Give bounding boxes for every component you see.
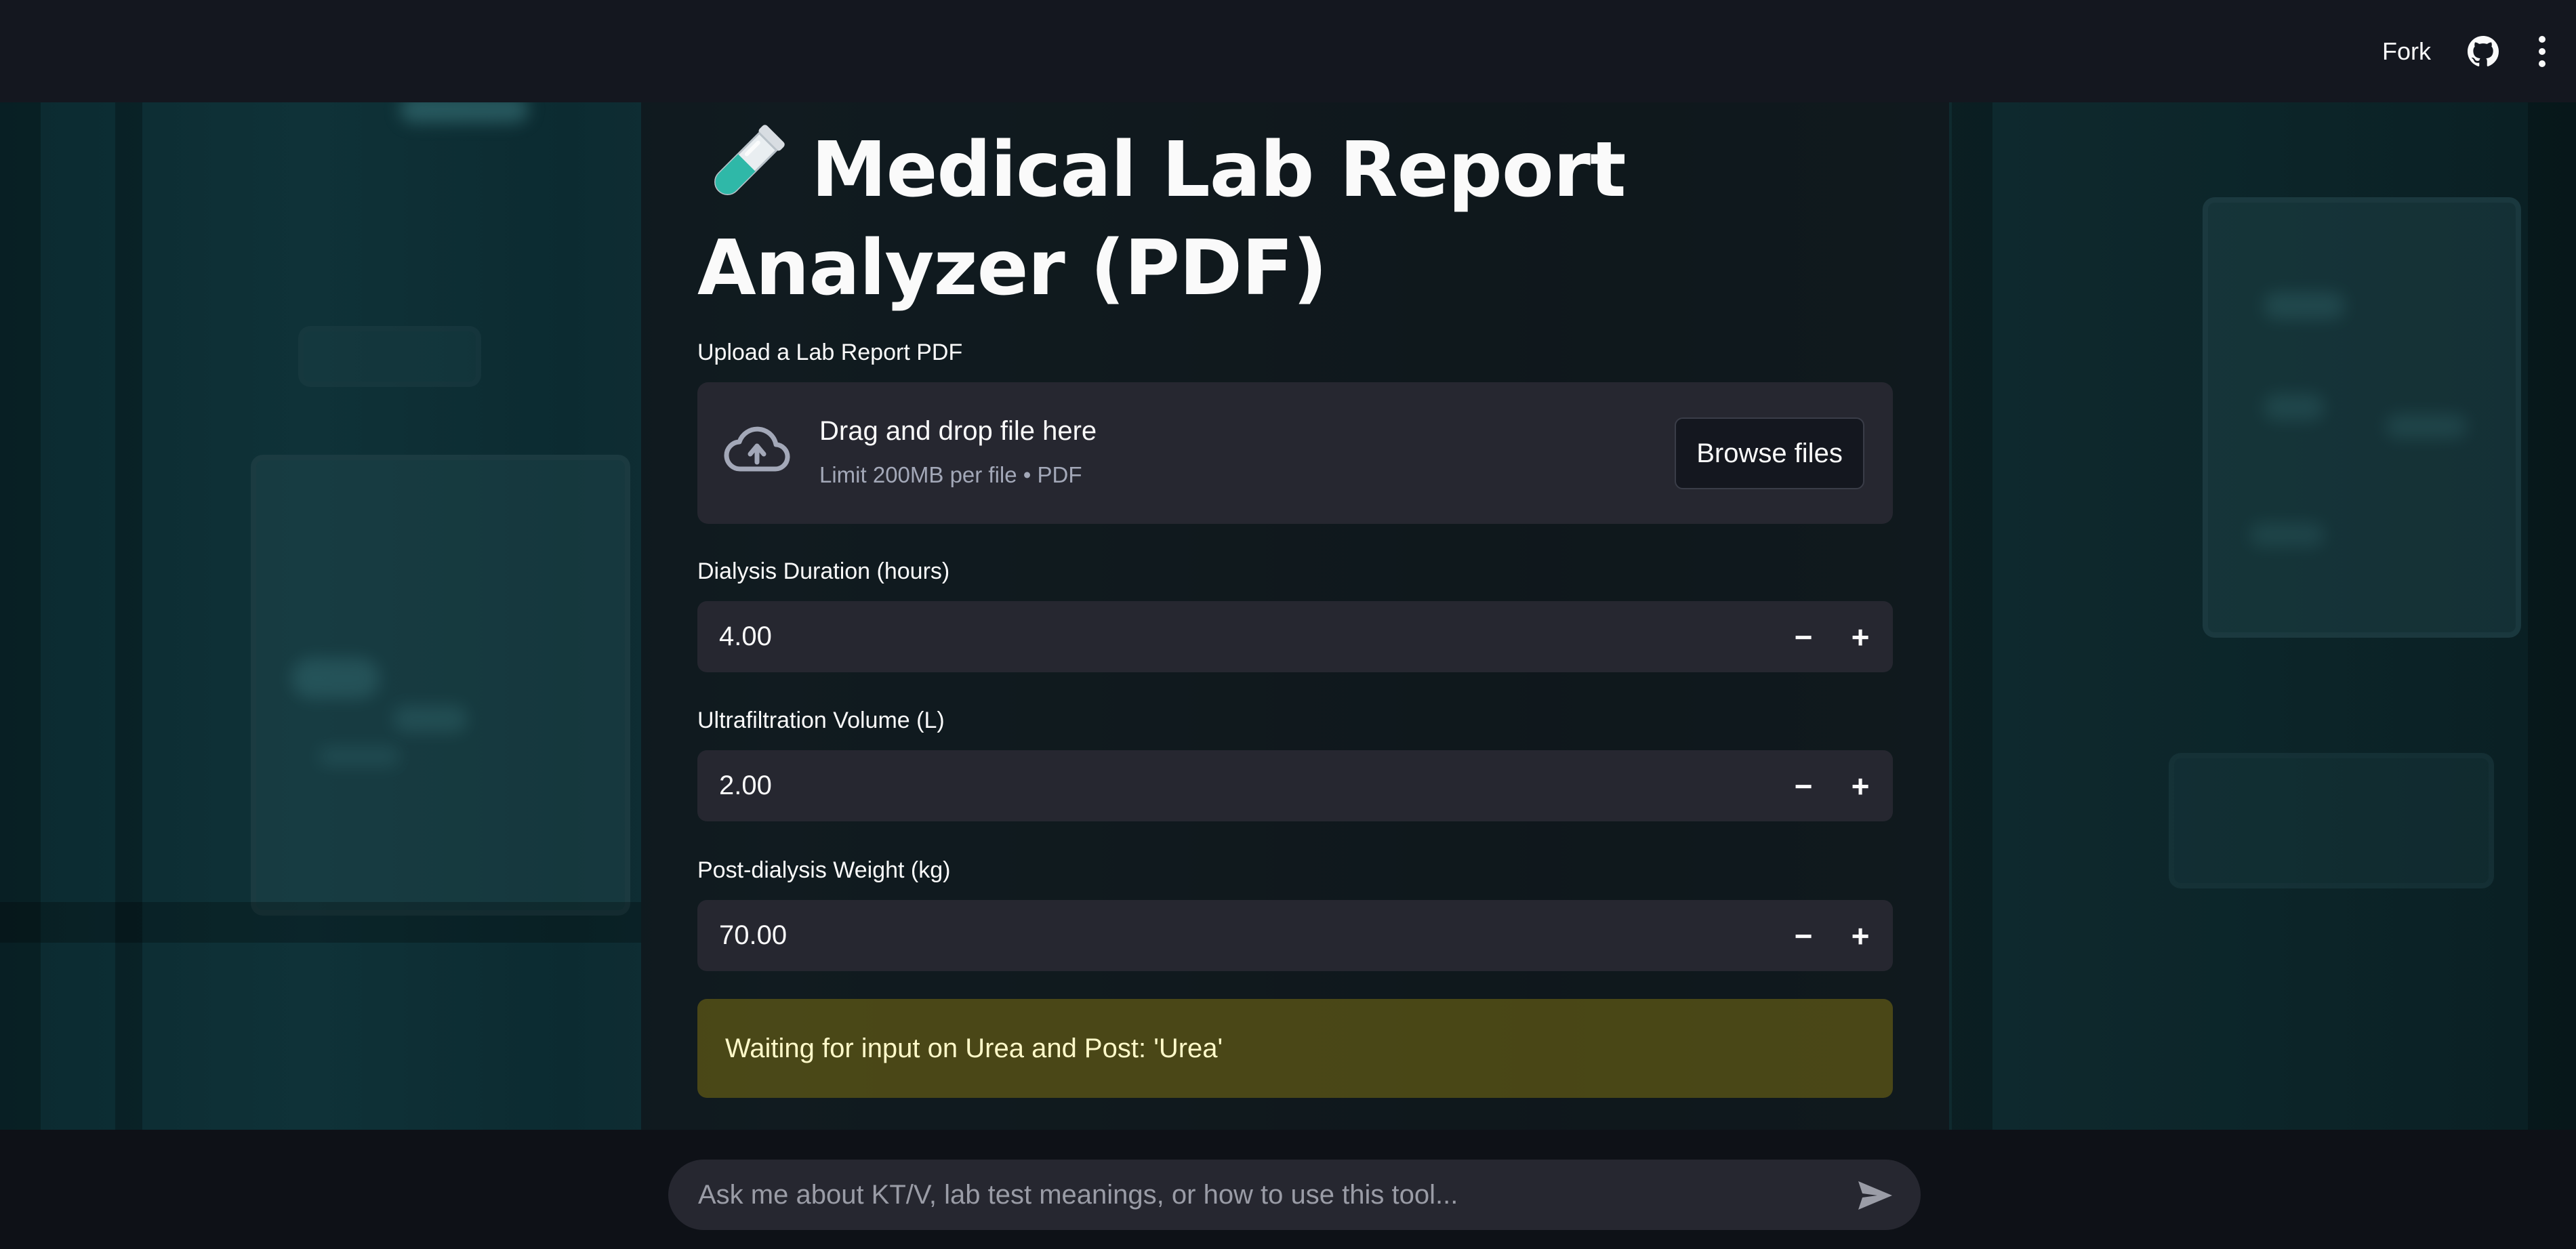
chat-input[interactable] (668, 1160, 1820, 1230)
file-limit-text: Limit 200MB per file • PDF (819, 462, 1082, 487)
decrement-button[interactable]: − (1775, 900, 1832, 971)
cloud-upload-icon (724, 426, 790, 472)
github-icon[interactable] (2468, 35, 2499, 67)
uploader-label: Upload a Lab Report PDF (697, 340, 963, 365)
page-title: Medical Lab Report Analyzer (PDF) (697, 121, 1893, 318)
decrement-button[interactable]: − (1775, 750, 1832, 821)
decrement-button[interactable]: − (1775, 601, 1832, 672)
post-dialysis-weight-label: Post-dialysis Weight (kg) (697, 857, 951, 883)
ultrafiltration-volume-value[interactable]: 2.00 (719, 750, 772, 821)
ultrafiltration-volume-input[interactable]: 2.00 − + (697, 750, 1893, 821)
post-dialysis-weight-value[interactable]: 70.00 (719, 900, 787, 971)
chat-input-container[interactable] (668, 1160, 1921, 1230)
increment-button[interactable]: + (1832, 900, 1889, 971)
file-uploader-dropzone[interactable]: Drag and drop file here Limit 200MB per … (697, 382, 1893, 524)
kebab-menu-icon[interactable] (2535, 35, 2549, 67)
send-icon[interactable] (1857, 1180, 1894, 1211)
increment-button[interactable]: + (1832, 750, 1889, 821)
main-container: Medical Lab Report Analyzer (PDF) Upload… (641, 102, 1949, 1130)
post-dialysis-weight-input[interactable]: 70.00 − + (697, 900, 1893, 971)
page-title-text: Medical Lab Report Analyzer (PDF) (697, 126, 1627, 312)
dialysis-duration-label: Dialysis Duration (hours) (697, 558, 950, 584)
app-header: Fork (0, 0, 2576, 102)
dropzone-instructions: Drag and drop file here (819, 416, 1097, 446)
dialysis-duration-value[interactable]: 4.00 (719, 601, 772, 672)
ultrafiltration-volume-label: Ultrafiltration Volume (L) (697, 708, 945, 733)
warning-alert: Waiting for input on Urea and Post: 'Ure… (697, 999, 1893, 1098)
dialysis-duration-input[interactable]: 4.00 − + (697, 601, 1893, 672)
increment-button[interactable]: + (1832, 601, 1889, 672)
browse-files-button[interactable]: Browse files (1675, 417, 1864, 489)
chat-bar (0, 1130, 2576, 1249)
test-tube-icon (714, 125, 785, 195)
fork-link[interactable]: Fork (2382, 37, 2431, 66)
warning-alert-text: Waiting for input on Urea and Post: 'Ure… (725, 1033, 1223, 1063)
